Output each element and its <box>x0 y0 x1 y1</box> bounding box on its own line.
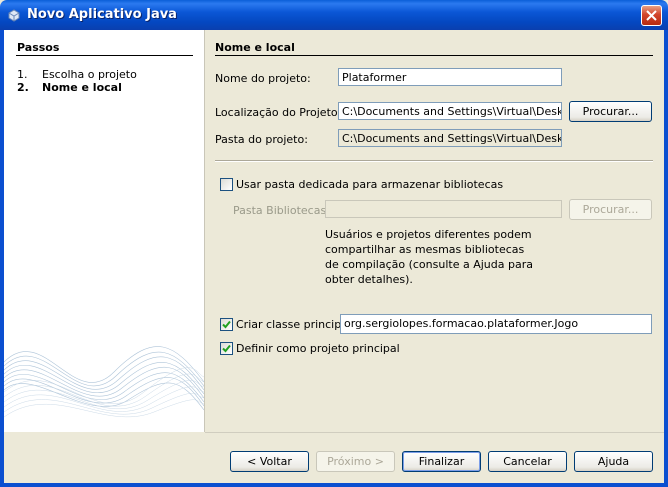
separator <box>215 160 653 162</box>
project-name-input[interactable]: Plataformer <box>338 68 562 86</box>
create-main-class-label[interactable]: Criar classe principal <box>236 318 351 331</box>
section-divider <box>215 55 653 56</box>
step-item-choose-project: 1. Escolha o projeto <box>17 68 137 81</box>
step-label: Escolha o projeto <box>42 68 137 81</box>
next-button[interactable]: Próximo > <box>316 451 395 472</box>
help-button[interactable]: Ajuda <box>574 451 653 472</box>
main-class-input[interactable]: org.sergiolopes.formacao.plataformer.Jog… <box>340 314 652 334</box>
dedicated-folder-checkbox[interactable] <box>220 178 233 191</box>
checkmark-icon <box>222 320 231 329</box>
window-frame-bottom <box>0 483 668 487</box>
button-bar: < Voltar Próximo > Finalizar Cancelar Aj… <box>4 433 664 483</box>
project-folder-field[interactable]: C:\Documents and Settings\Virtual\Deskto… <box>338 129 562 147</box>
browse-location-button[interactable]: Procurar... <box>569 101 652 122</box>
set-main-project-checkbox[interactable] <box>220 342 233 355</box>
project-folder-label: Pasta do projeto: <box>215 133 308 146</box>
libraries-folder-label: Pasta Bibliotecas: <box>233 204 330 217</box>
finish-button[interactable]: Finalizar <box>402 451 481 472</box>
libraries-help-text: Usuários e projetos diferentes podem com… <box>325 228 533 286</box>
window-frame-right <box>664 30 668 487</box>
steps-panel: Passos 1. Escolha o projeto 2. Nome e loca… <box>4 30 205 432</box>
project-name-label: Nome do projeto: <box>215 72 311 85</box>
dedicated-folder-label[interactable]: Usar pasta dedicada para armazenar bibli… <box>236 178 503 191</box>
back-button[interactable]: < Voltar <box>230 451 309 472</box>
dialog-window: Novo Aplicativo Java Passos 1. Escolha o … <box>0 0 668 487</box>
project-location-label: Localização do Projeto: <box>215 106 342 119</box>
step-number: 1. <box>17 68 28 81</box>
cancel-button[interactable]: Cancelar <box>488 451 567 472</box>
step-number: 2. <box>17 81 29 94</box>
browse-libraries-button[interactable]: Procurar... <box>569 199 652 220</box>
libraries-folder-input[interactable] <box>325 200 562 218</box>
step-item-name-location: 2. Nome e local <box>17 81 122 94</box>
title-bar[interactable]: Novo Aplicativo Java <box>0 0 668 30</box>
project-location-input[interactable]: C:\Documents and Settings\Virtual\Deskto… <box>338 102 562 120</box>
section-title: Nome e local <box>215 41 295 54</box>
close-button[interactable] <box>641 5 662 26</box>
set-main-project-label[interactable]: Definir como projeto principal <box>236 342 400 355</box>
checkmark-icon <box>222 344 231 353</box>
close-icon <box>646 10 657 21</box>
java-cup-icon <box>8 9 20 22</box>
window-title: Novo Aplicativo Java <box>27 7 177 22</box>
wizard-content: Nome e local Nome do projeto: Plataforme… <box>205 30 664 432</box>
steps-divider <box>16 55 193 56</box>
wizard-wave-graphic <box>4 346 204 418</box>
step-label: Nome e local <box>42 81 122 94</box>
steps-title: Passos <box>17 41 60 54</box>
create-main-class-checkbox[interactable] <box>220 318 233 331</box>
